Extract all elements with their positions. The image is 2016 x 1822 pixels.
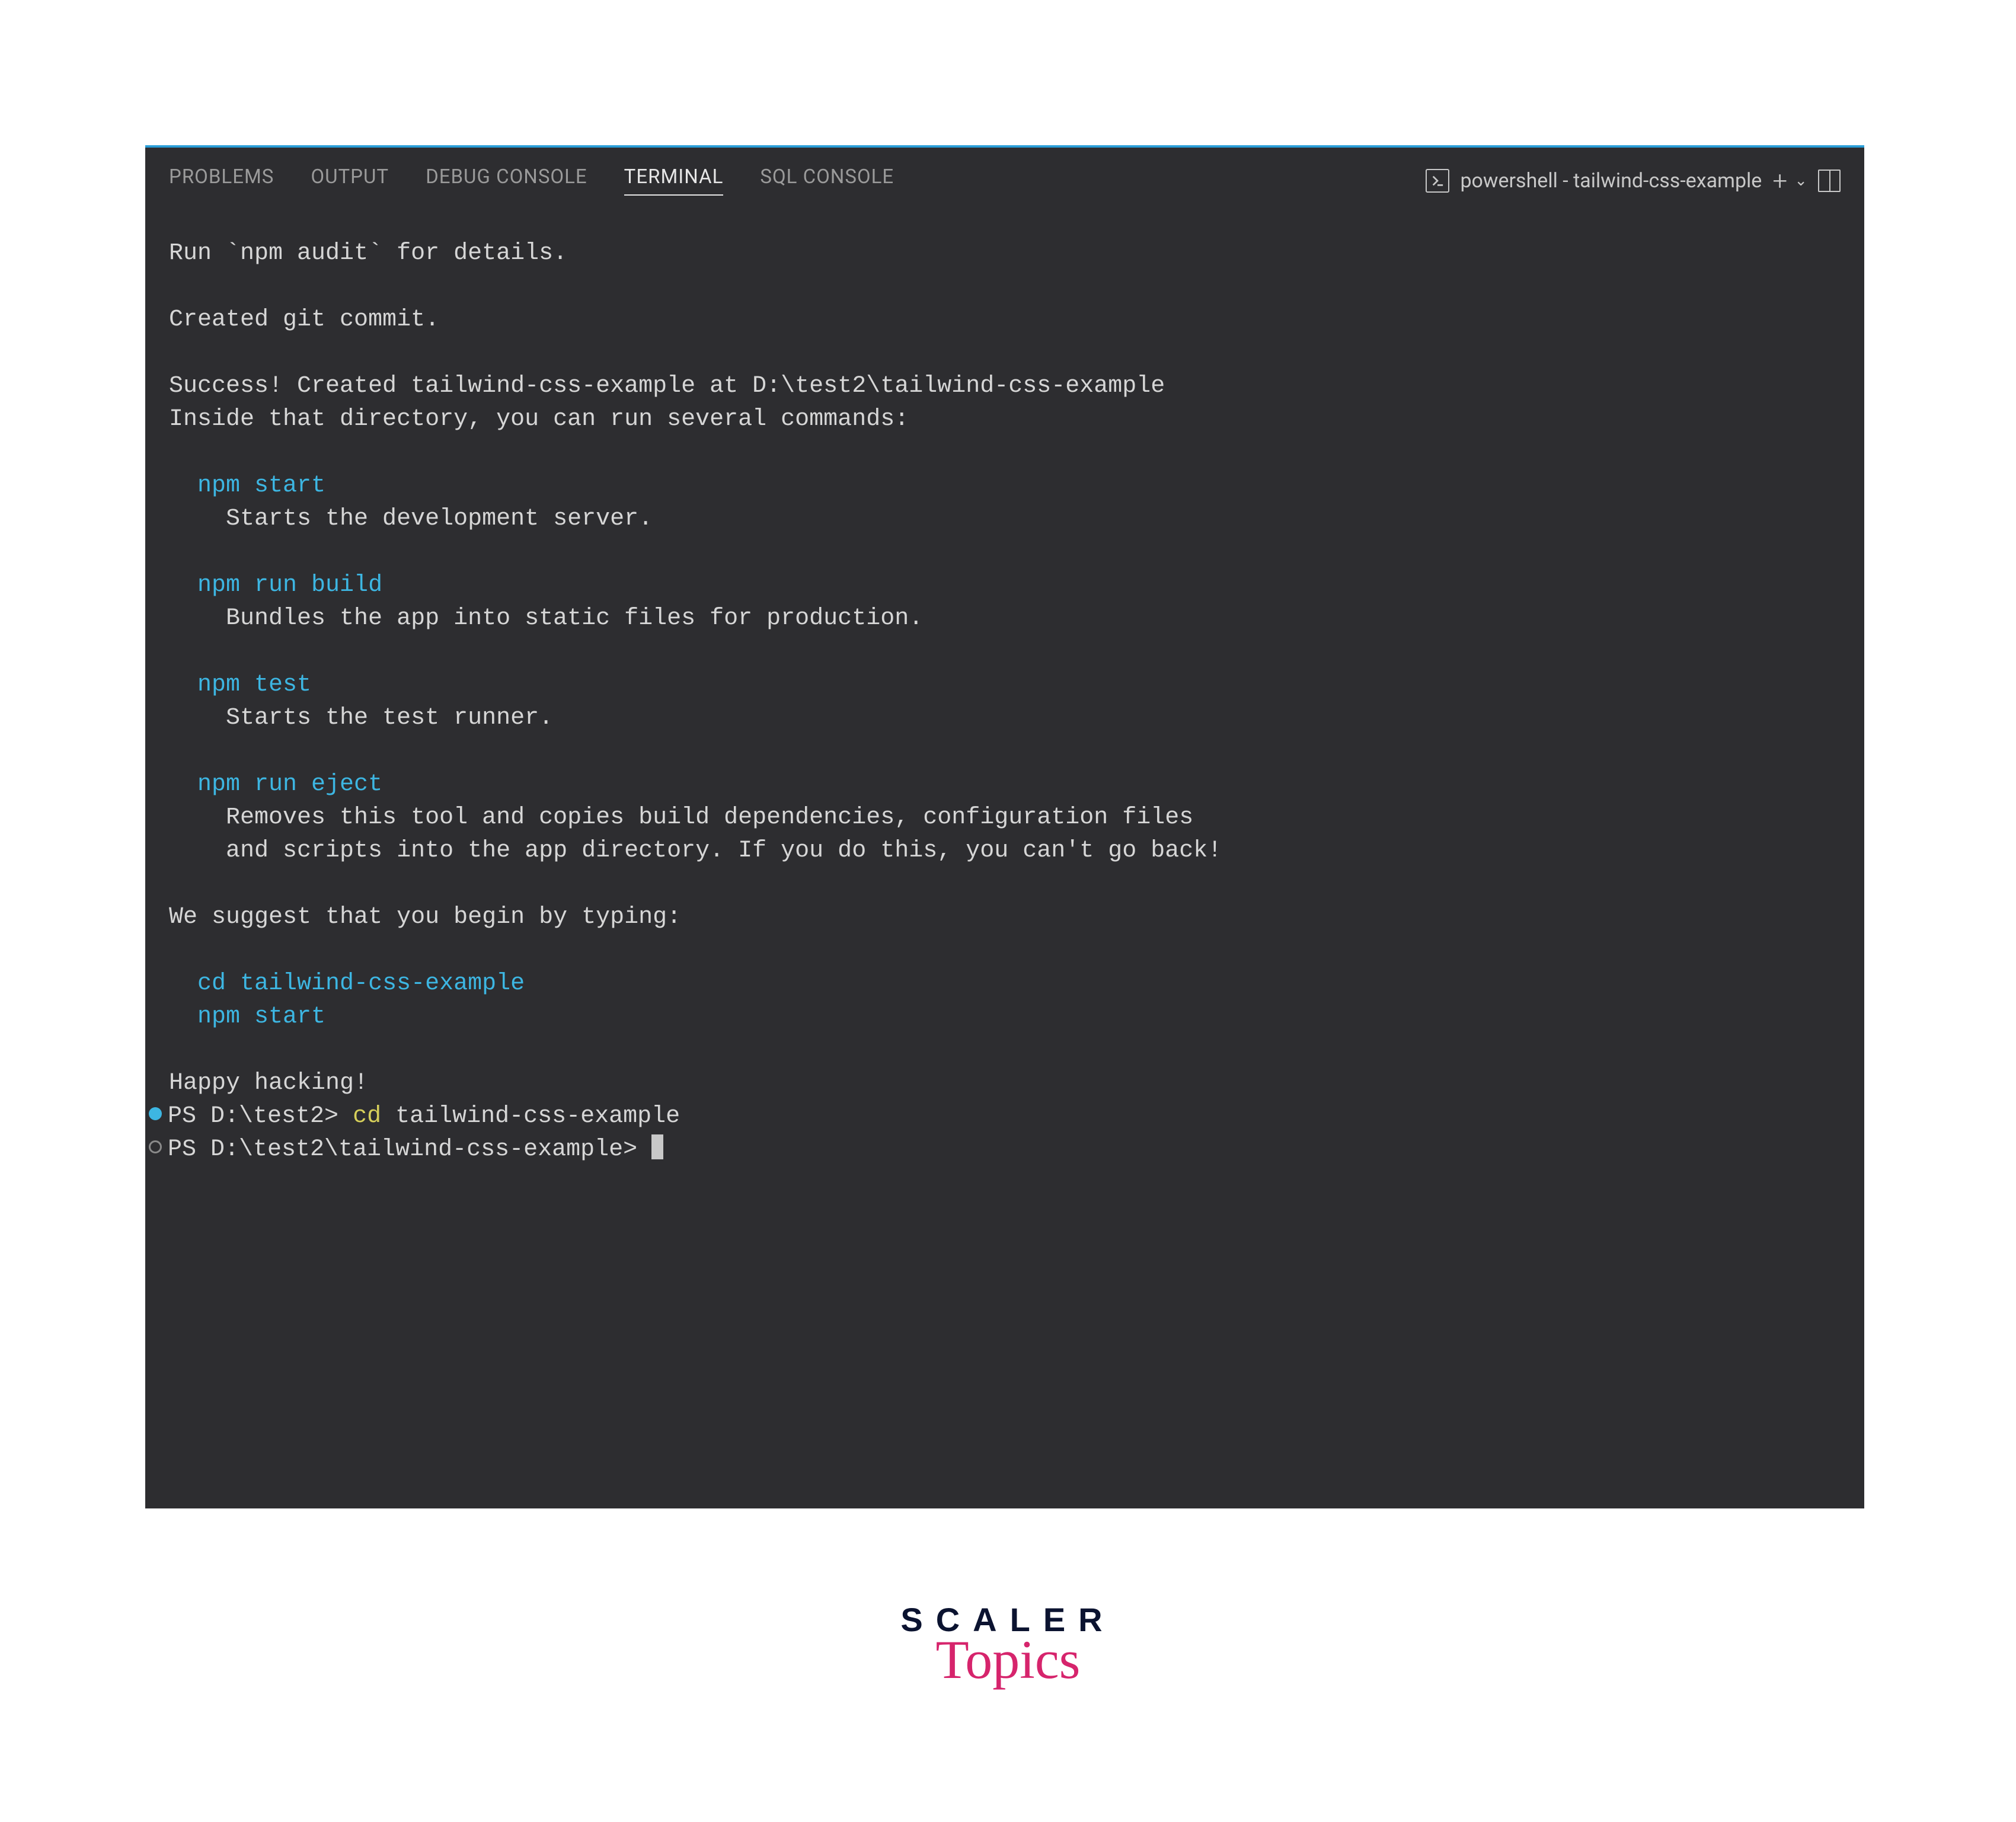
tab-terminal[interactable]: TERMINAL [624,165,724,196]
terminal-line: Happy hacking! [169,1067,1858,1100]
terminal-cursor [651,1134,663,1159]
terminal-line [169,735,1858,768]
tab-debug-console[interactable]: DEBUG CONSOLE [426,165,587,196]
status-dot-icon [149,1107,162,1120]
tab-sql-console[interactable]: SQL CONSOLE [760,165,894,196]
terminal-line: npm start [169,1000,1858,1034]
terminal-line [169,868,1858,901]
terminal-line: cd tailwind-css-example [169,967,1858,1000]
tab-problems[interactable]: PROBLEMS [169,165,274,196]
split-terminal-icon[interactable] [1818,170,1841,192]
terminal-line: npm start [169,469,1858,503]
terminal-line: Run `npm audit` for details. [169,237,1858,270]
terminal-line: Removes this tool and copies build depen… [169,801,1858,835]
chevron-down-icon[interactable]: ⌄ [1794,172,1807,190]
terminal-line [169,635,1858,669]
panel-tabs: PROBLEMS OUTPUT DEBUG CONSOLE TERMINAL S… [169,165,894,196]
terminal-line [169,536,1858,569]
terminal-line [169,436,1858,469]
terminal-line: Bundles the app into static files for pr… [169,602,1858,635]
terminal-line: Starts the test runner. [169,702,1858,735]
terminal-line: Inside that directory, you can run sever… [169,403,1858,436]
powershell-icon [1426,169,1449,193]
terminal-name: powershell - tailwind-css-example [1460,169,1762,193]
panel-tab-bar: PROBLEMS OUTPUT DEBUG CONSOLE TERMINAL S… [145,145,1864,213]
terminal-prompt-line: PS D:\test2\tailwind-css-example> [145,1133,1858,1166]
tab-output[interactable]: OUTPUT [311,165,389,196]
terminal-panel: PROBLEMS OUTPUT DEBUG CONSOLE TERMINAL S… [145,145,1864,1508]
new-terminal-icon[interactable]: + [1772,165,1787,196]
terminal-line: We suggest that you begin by typing: [169,901,1858,934]
terminal-selector[interactable]: powershell - tailwind-css-example + ⌄ [1426,165,1841,196]
terminal-line: Created git commit. [169,303,1858,337]
terminal-line: npm run eject [169,768,1858,801]
terminal-line: npm test [169,669,1858,702]
terminal-line [169,1034,1858,1067]
terminal-output[interactable]: Run `npm audit` for details. Created git… [145,213,1864,1508]
terminal-prompt-line: PS D:\test2> cd tailwind-css-example [145,1100,1858,1133]
terminal-line: npm run build [169,569,1858,602]
status-circle-icon [149,1140,162,1153]
terminal-line [169,270,1858,303]
terminal-line: Starts the development server. [169,503,1858,536]
scaler-topics-logo: SCALER Topics [900,1600,1115,1691]
terminal-line [169,934,1858,967]
terminal-line [169,337,1858,370]
terminal-line: and scripts into the app directory. If y… [169,835,1858,868]
terminal-line: Success! Created tailwind-css-example at… [169,370,1858,403]
